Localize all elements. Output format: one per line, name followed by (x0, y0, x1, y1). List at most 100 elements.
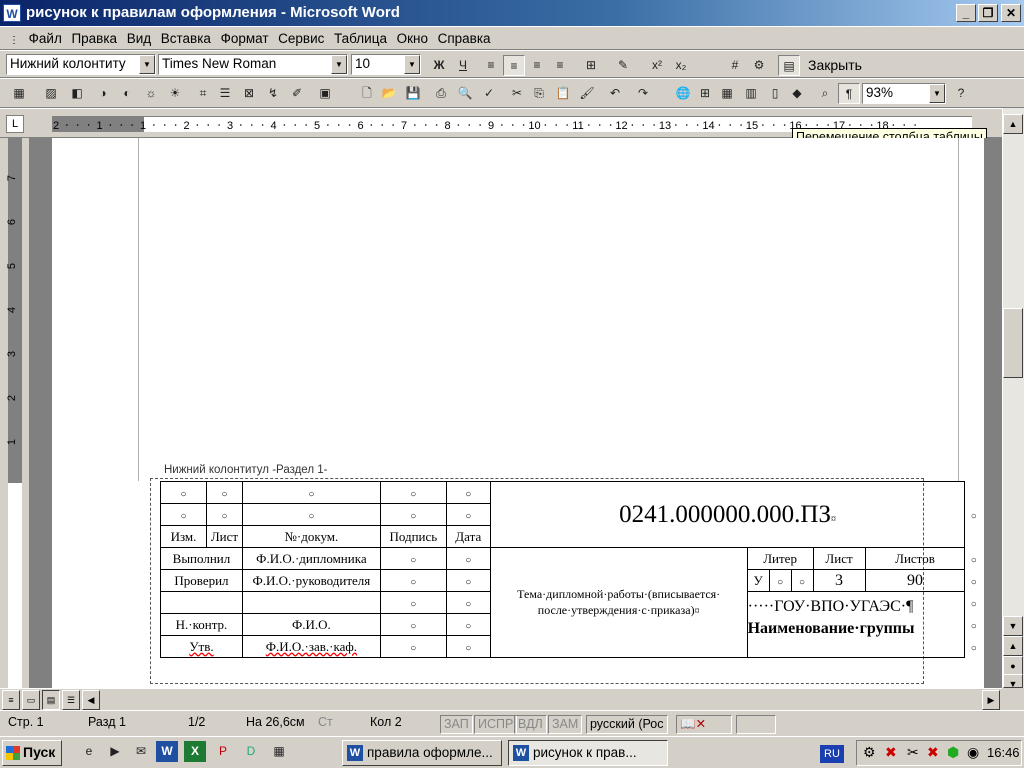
align-left-icon[interactable]: ≡ (480, 55, 502, 76)
status-rec[interactable]: ЗАП (440, 715, 473, 734)
name-cell[interactable]: Ф.И.О.·зав.·каф. (241, 635, 381, 658)
scroll-up-icon[interactable]: ▲ (1003, 114, 1023, 134)
status-ext[interactable]: ВДЛ (514, 715, 547, 734)
chevron-down-icon[interactable]: ▼ (139, 55, 155, 74)
spelling-status-icon[interactable]: 📖✕ (676, 715, 732, 734)
close-button[interactable]: ✕ (1001, 4, 1021, 22)
switch-header-footer-icon[interactable]: ▤ (778, 55, 800, 76)
cell[interactable]: ○ (379, 591, 447, 614)
reset-picture-icon[interactable]: ▣ (314, 83, 336, 104)
status-ovr[interactable]: ЗАМ (548, 715, 583, 734)
network-icon[interactable]: ⚙ (863, 744, 876, 761)
word-app-icon[interactable]: W (3, 4, 21, 22)
align-right-icon[interactable]: ≡ (526, 55, 548, 76)
page[interactable]: Нижний колонтитул -Раздел 1- ○ ○ ○ ○ ○ 0… (52, 138, 984, 688)
copy-icon[interactable]: ⎘ (528, 83, 550, 104)
insert-excel-icon[interactable]: ▥ (740, 83, 762, 104)
media-player-icon[interactable]: ▶ (104, 741, 126, 762)
scroll-right-icon[interactable]: ▶ (982, 690, 1000, 710)
cell[interactable]: ○ (379, 547, 447, 570)
print-icon[interactable]: ⎙ (430, 83, 452, 104)
page-number-icon[interactable]: # (724, 55, 746, 76)
underline-button[interactable]: Ч (452, 55, 474, 76)
menu-view[interactable]: Вид (124, 27, 154, 50)
cell[interactable]: ○ (768, 569, 792, 592)
select-browse-icon[interactable]: ● (1003, 656, 1023, 676)
shield-icon[interactable]: ⬢ (947, 744, 959, 761)
normal-view-icon[interactable]: ≡ (2, 690, 20, 710)
format-picture-icon[interactable]: ✐ (286, 83, 308, 104)
size-combo[interactable]: 10 ▼ (351, 54, 421, 75)
cell[interactable]: ○ (160, 481, 207, 504)
web-view-icon[interactable]: ▭ (22, 690, 40, 710)
role-cell[interactable]: Выполнил (160, 547, 243, 570)
superscript-icon[interactable]: x² (646, 55, 668, 76)
antivirus-icon[interactable]: ✖ (927, 744, 939, 761)
title-block-table[interactable]: ○ ○ ○ ○ ○ 0241.000000.000.ПЗ¤ ○ ○ ○ ○ ○ … (160, 481, 982, 658)
cell[interactable]: ○ (445, 613, 491, 636)
role-cell[interactable]: Н.·контр. (160, 613, 243, 636)
cell[interactable]: ○ (790, 569, 814, 592)
d-app-icon[interactable]: D (240, 741, 262, 762)
status-trk[interactable]: ИСПР (474, 715, 518, 734)
crop-icon[interactable]: ⌗ (192, 83, 214, 104)
minimize-button[interactable]: _ (956, 4, 976, 22)
scroll-down-icon[interactable]: ▼ (1003, 616, 1023, 636)
cell[interactable]: ○ (379, 569, 447, 592)
cell[interactable]: ○ (160, 503, 207, 526)
liter-value[interactable]: У (746, 569, 770, 592)
save-icon[interactable]: 💾 (402, 83, 424, 104)
vertical-scrollbar[interactable]: ▲ ▼ ▲ ● ▼ (1002, 108, 1024, 689)
role-cell[interactable]: Проверил (160, 569, 243, 592)
style-combo[interactable]: Нижний колонтиту ▼ (6, 54, 156, 75)
menu-help[interactable]: Справка (435, 27, 494, 50)
cell[interactable]: ○ (445, 569, 491, 592)
cell[interactable]: ○ (379, 503, 447, 526)
horizontal-scrollbar[interactable]: ≡ ▭ ▤ ☰ ◀ ▶ (0, 688, 1002, 710)
chevron-down-icon[interactable]: ▼ (929, 84, 945, 103)
align-center-icon[interactable]: ≡ (503, 55, 525, 76)
insert-picture-icon[interactable]: ▨ (40, 83, 62, 104)
paste-icon[interactable]: 📋 (552, 83, 574, 104)
volume-icon[interactable]: ◉ (967, 744, 979, 761)
start-button[interactable]: Пуск (2, 740, 62, 766)
prev-page-icon[interactable]: ▲ (1003, 636, 1023, 656)
cell[interactable]: ○ (379, 481, 447, 504)
cell[interactable]: ○ (379, 613, 447, 636)
scroll-thumb[interactable] (1003, 308, 1023, 378)
language-indicator[interactable]: RU (820, 745, 844, 763)
cell[interactable]: ○ (379, 635, 447, 658)
contrast-icon[interactable]: ◑ (92, 83, 114, 104)
cell[interactable]: ○ (241, 503, 381, 526)
chevron-down-icon[interactable]: ▼ (331, 55, 347, 74)
name-cell[interactable] (241, 591, 381, 614)
menu-format[interactable]: Формат (218, 27, 272, 50)
menu-table[interactable]: Таблица (331, 27, 390, 50)
cut-icon[interactable]: ✂ (506, 83, 528, 104)
tab-selector[interactable]: L (6, 115, 24, 133)
brightness-less-icon[interactable]: ☀ (164, 83, 186, 104)
subscript-icon[interactable]: x₂ (670, 55, 692, 76)
cell[interactable]: ○ (445, 547, 491, 570)
menu-window[interactable]: Окно (394, 27, 431, 50)
open-folder-icon[interactable]: 📂 (378, 83, 400, 104)
justify-icon[interactable]: ≡ (549, 55, 571, 76)
menu-tools[interactable]: Сервис (275, 27, 327, 50)
document-area[interactable]: Нижний колонтитул -Раздел 1- ○ ○ ○ ○ ○ 0… (30, 138, 1002, 688)
highlight-icon[interactable]: ✎ (612, 55, 634, 76)
compress-picture-icon[interactable]: ⊠ (238, 83, 260, 104)
sheets-value[interactable]: 90 (864, 569, 966, 592)
print-preview-icon[interactable]: 🔍 (454, 83, 476, 104)
powerpoint-quicklaunch-icon[interactable]: P (212, 741, 234, 762)
calendar-app-icon[interactable]: ▦ (268, 741, 290, 762)
font-combo[interactable]: Times New Roman ▼ (158, 54, 348, 75)
name-cell[interactable]: Ф.И.О. (241, 613, 381, 636)
cell[interactable]: ○ (445, 591, 491, 614)
excel-quicklaunch-icon[interactable]: X (184, 741, 206, 762)
tools-icon[interactable]: ✂ (907, 744, 919, 761)
name-cell[interactable]: Ф.И.О.·руководителя (241, 569, 381, 592)
cell[interactable]: ○ (205, 503, 243, 526)
next-page-icon[interactable]: ▼ (1003, 674, 1023, 689)
task-current-doc[interactable]: Wрисунок к прав... (508, 740, 668, 766)
word-quicklaunch-icon[interactable]: W (156, 741, 178, 762)
